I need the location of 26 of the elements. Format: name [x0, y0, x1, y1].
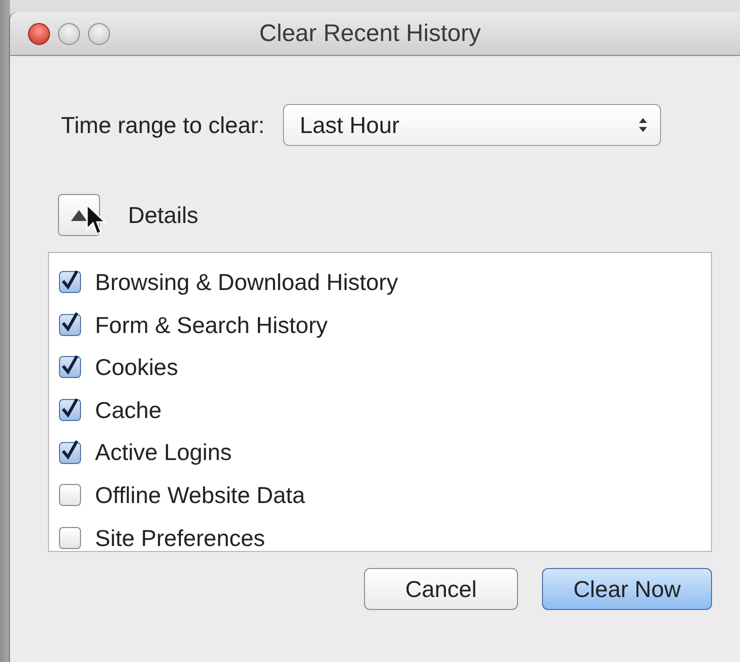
checkbox[interactable] — [59, 356, 81, 378]
time-range-dropdown[interactable]: Last Hour — [282, 104, 661, 146]
up-triangle-icon — [71, 210, 87, 220]
checkbox[interactable] — [59, 484, 81, 506]
checkbox-label[interactable]: Form & Search History — [95, 308, 328, 342]
checkbox[interactable] — [59, 442, 81, 464]
checkbox-label[interactable]: Cookies — [95, 350, 178, 385]
checkbox-label[interactable]: Cache — [95, 392, 162, 428]
stepper-arrows-icon — [638, 117, 648, 133]
minimize-button[interactable] — [58, 23, 80, 45]
checkbox-label[interactable]: Active Logins — [95, 435, 232, 470]
checkbox-label[interactable]: Offline Website Data — [95, 478, 306, 513]
window-title: Clear Recent History — [259, 20, 481, 47]
checkbox[interactable] — [59, 314, 81, 336]
mouse-pointer-icon — [86, 204, 106, 236]
clear-now-button[interactable]: Clear Now — [542, 568, 712, 610]
close-button[interactable] — [28, 23, 50, 45]
details-label: Details — [128, 200, 198, 230]
checkbox[interactable] — [59, 399, 81, 422]
checkbox-label[interactable]: Browsing & Download History — [95, 265, 398, 300]
checkbox[interactable] — [59, 526, 81, 549]
checkbox-label[interactable]: Site Preferences — [95, 520, 266, 556]
checkbox[interactable] — [59, 271, 81, 294]
cancel-button[interactable]: Cancel — [364, 568, 518, 610]
zoom-button[interactable] — [88, 23, 110, 45]
time-range-label: Time range to clear: — [61, 110, 265, 140]
